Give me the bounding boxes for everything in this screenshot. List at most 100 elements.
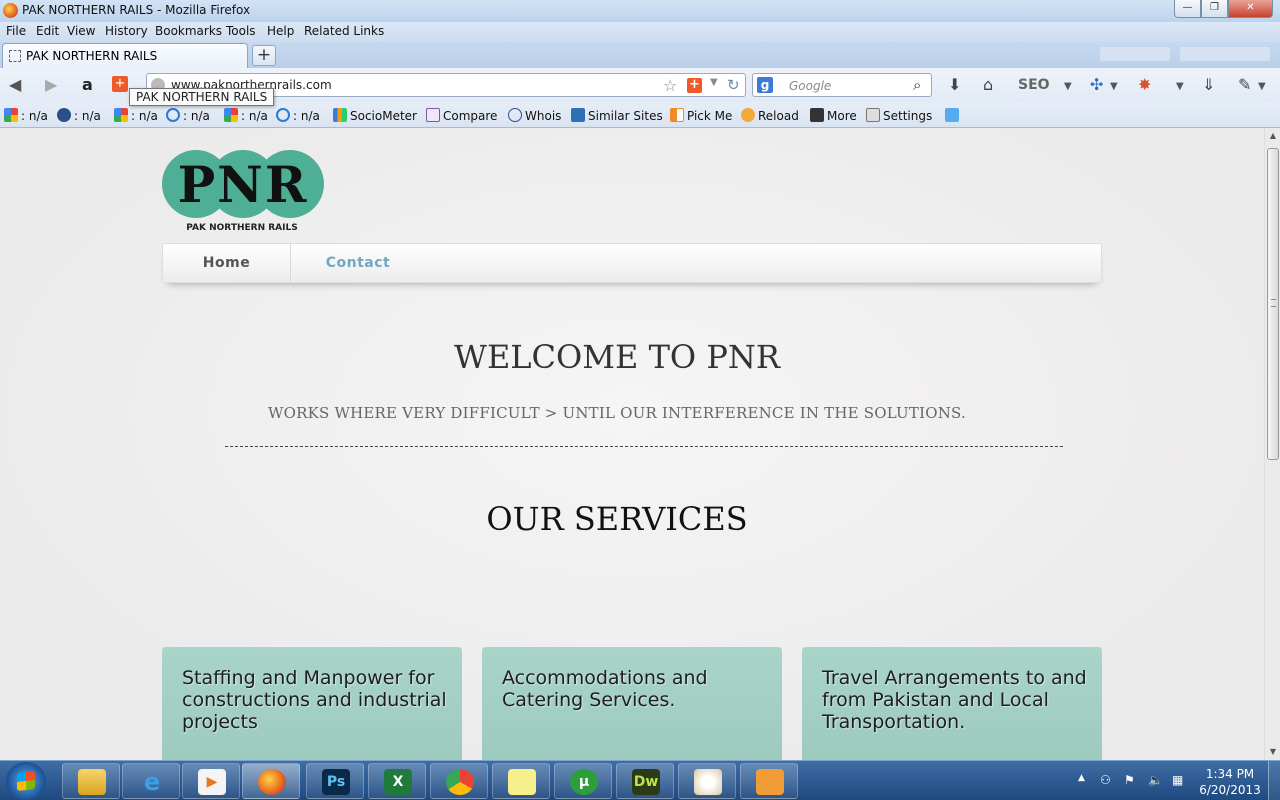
dropdown-arrow-icon[interactable]: ▼ xyxy=(710,77,718,88)
addthis-plus-icon[interactable]: + xyxy=(687,78,702,93)
bookmark-more[interactable]: More xyxy=(810,108,857,123)
menu-tools[interactable]: Tools xyxy=(226,24,256,38)
taskbar-app-photos[interactable] xyxy=(740,763,798,799)
tray-expand-icon[interactable]: ▲ xyxy=(1078,773,1085,783)
volume-icon[interactable]: 🔈 xyxy=(1148,773,1163,787)
tagline: WORKS WHERE VERY DIFFICULT > UNTIL OUR I… xyxy=(268,404,966,422)
bookmark-alexa-rank[interactable]: : n/a xyxy=(57,108,101,123)
pick-me-icon xyxy=(670,108,684,122)
bookmark-compare[interactable]: Compare xyxy=(426,108,497,123)
taskbar-clock[interactable]: 1:34 PM 6/20/2013 xyxy=(1198,766,1262,798)
service-card[interactable]: Accommodations and Catering Services. xyxy=(482,647,782,760)
chevron-down-icon[interactable]: ▼ xyxy=(1258,78,1266,96)
scroll-down-arrow-icon[interactable]: ▼ xyxy=(1265,744,1280,760)
bookmark-star-icon[interactable]: ☆ xyxy=(663,76,677,95)
new-tab-button[interactable]: + xyxy=(252,45,276,66)
taskbar-app-dreamweaver[interactable]: Dw xyxy=(616,763,674,799)
service-card[interactable]: Staffing and Manpower for constructions … xyxy=(162,647,462,760)
tab-pak-northern-rails[interactable]: PAK NORTHERN RAILS xyxy=(2,43,248,68)
minimize-button[interactable]: — xyxy=(1174,0,1201,18)
nav-contact[interactable]: Contact xyxy=(303,244,413,282)
close-button[interactable]: ✕ xyxy=(1228,0,1273,18)
home-icon[interactable]: ⌂ xyxy=(983,76,993,94)
taskbar-app-utorrent[interactable]: µ xyxy=(554,763,612,799)
windows-taskbar: e ▶ Ps X µ Dw ▲ ⚇ ⚑ 🔈 ▦ 1:34 PM 6/20/201… xyxy=(0,760,1280,800)
tools-wrench-icon[interactable]: ✎ xyxy=(1238,76,1251,94)
bookmark-bing-links[interactable]: : n/a xyxy=(276,108,320,123)
google-engine-icon[interactable]: g xyxy=(757,77,773,93)
menu-view[interactable]: View xyxy=(67,24,95,38)
bookmark-similar-sites[interactable]: Similar Sites xyxy=(571,108,663,123)
usb-icon[interactable]: ⚇ xyxy=(1100,773,1111,787)
scroll-up-arrow-icon[interactable]: ▲ xyxy=(1265,128,1280,144)
search-icon[interactable]: ⌕ xyxy=(913,76,921,94)
maximize-button[interactable]: ❐ xyxy=(1201,0,1228,18)
vertical-scrollbar[interactable]: ▲ ▼ xyxy=(1264,128,1280,760)
taskbar-app-firefox[interactable] xyxy=(242,763,300,799)
chevron-down-icon[interactable]: ▼ xyxy=(1064,78,1072,96)
bookmark-reload[interactable]: Reload xyxy=(741,108,799,123)
menu-file[interactable]: File xyxy=(6,24,26,38)
chevron-down-icon[interactable]: ▼ xyxy=(1110,78,1118,96)
service-card[interactable]: Travel Arrangements to and from Pakistan… xyxy=(802,647,1102,760)
bookmark-whois[interactable]: Whois xyxy=(508,108,561,123)
action-center-flag-icon[interactable]: ⚑ xyxy=(1124,773,1135,787)
bookmark-sociometer[interactable]: SocioMeter xyxy=(333,108,417,123)
dreamweaver-icon: Dw xyxy=(632,769,660,795)
forward-arrow-icon[interactable]: ▶ xyxy=(45,76,57,94)
start-button[interactable] xyxy=(6,762,46,800)
seo-icon[interactable]: SEO xyxy=(1018,76,1050,94)
bookmark-google-index[interactable]: : n/a xyxy=(114,108,158,123)
bookmark-google-rank[interactable]: : n/a xyxy=(4,108,48,123)
page-favicon-icon xyxy=(9,50,21,62)
taskbar-app-excel[interactable]: X xyxy=(368,763,426,799)
taskbar-app-internet-explorer[interactable]: e xyxy=(122,763,180,799)
taskbar-app-photoshop[interactable]: Ps xyxy=(306,763,364,799)
twitter-bookmark[interactable] xyxy=(945,108,962,123)
grip-icon xyxy=(1271,299,1276,307)
bookmark-settings[interactable]: Settings xyxy=(866,108,932,123)
menu-bookmarks[interactable]: Bookmarks xyxy=(155,24,222,38)
satellite-icon[interactable]: ✣ xyxy=(1090,76,1103,94)
chevron-down-icon[interactable]: ▼ xyxy=(1176,78,1184,96)
tab-strip: PAK NORTHERN RAILS + xyxy=(0,42,1280,68)
taskbar-app-media-player[interactable]: ▶ xyxy=(182,763,240,799)
taskbar-app-paint[interactable] xyxy=(678,763,736,799)
similar-sites-icon xyxy=(571,108,585,122)
web-page: PNR PAK NORTHERN RAILS Home Contact WELC… xyxy=(0,128,1264,760)
bookmark-pick-me[interactable]: Pick Me xyxy=(670,108,732,123)
taskbar-app-explorer[interactable] xyxy=(62,763,120,799)
taskbar-app-sticky-notes[interactable] xyxy=(492,763,550,799)
back-arrow-icon[interactable]: ◀ xyxy=(9,76,21,94)
pnr-logo[interactable]: PNR PAK NORTHERN RAILS xyxy=(162,150,324,233)
bookmark-bing-index[interactable]: : n/a xyxy=(166,108,210,123)
taskbar-app-chrome[interactable] xyxy=(430,763,488,799)
amazon-icon[interactable]: a xyxy=(82,76,93,94)
photoshop-icon: Ps xyxy=(322,769,350,795)
show-desktop-button[interactable] xyxy=(1268,761,1280,800)
menu-history[interactable]: History xyxy=(105,24,148,38)
tab-strip-decoration xyxy=(1180,47,1270,61)
search-input[interactable]: Google xyxy=(789,79,831,93)
menu-edit[interactable]: Edit xyxy=(36,24,59,38)
addthis-plus-icon[interactable]: + xyxy=(112,76,128,92)
site-navigation: Home Contact xyxy=(162,243,1102,283)
downloads-icon[interactable]: ⇓ xyxy=(1202,76,1215,94)
wr-icon xyxy=(810,108,824,122)
service-card-text: Travel Arrangements to and from Pakistan… xyxy=(822,667,1087,733)
utorrent-icon: µ xyxy=(570,769,598,795)
bookmark-google-links[interactable]: : n/a xyxy=(224,108,268,123)
bing-icon xyxy=(166,108,180,122)
nav-home[interactable]: Home xyxy=(163,244,291,282)
compare-icon xyxy=(426,108,440,122)
menu-help[interactable]: Help xyxy=(267,24,294,38)
sticky-notes-icon xyxy=(508,769,536,795)
addon-icon[interactable]: ✸ xyxy=(1138,76,1151,94)
network-icon[interactable]: ▦ xyxy=(1172,773,1183,787)
google-icon xyxy=(114,108,128,122)
search-bar[interactable]: g Google ⌕ xyxy=(752,73,932,97)
scrollbar-thumb[interactable] xyxy=(1267,148,1279,460)
menu-related-links[interactable]: Related Links xyxy=(304,24,384,38)
reload-icon[interactable]: ↻ xyxy=(727,76,740,94)
download-arrow-icon[interactable]: ⬇ xyxy=(948,76,961,94)
